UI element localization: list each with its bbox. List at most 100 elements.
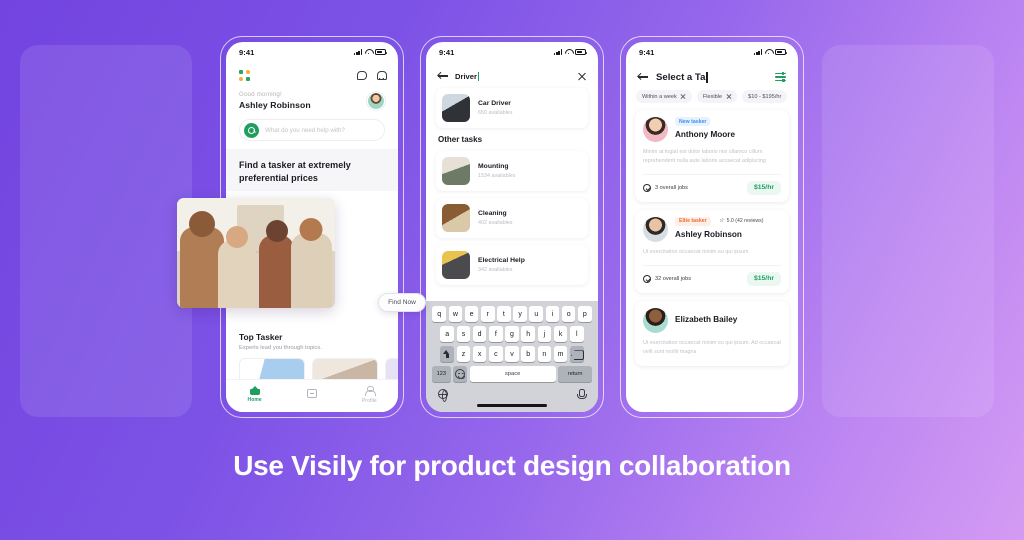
four-dot-logo-icon [239, 69, 250, 81]
tasker-card-ashley-robinson[interactable]: Elite tasker ☆ 5.0 (42 reviews) Ashley R… [635, 209, 789, 293]
avatar[interactable] [367, 91, 385, 110]
board-icon [306, 389, 317, 398]
key-e[interactable]: e [464, 306, 479, 323]
key-g[interactable]: g [505, 326, 519, 343]
task-text-group: Electrical Help 342 availables [478, 257, 525, 273]
key-t[interactable]: t [497, 306, 511, 323]
emoji-key[interactable] [453, 366, 467, 383]
key-w[interactable]: w [448, 306, 463, 323]
key-n[interactable]: n [537, 346, 552, 363]
chip-label: $10 - $195/hr [748, 93, 782, 100]
key-r[interactable]: r [480, 306, 495, 323]
task-item-mounting[interactable]: Mounting 1534 availables [436, 151, 588, 191]
greeting-text-group: Good morning! Ashley Robinson [239, 91, 311, 110]
key-c[interactable]: c [489, 346, 503, 363]
close-icon[interactable] [577, 72, 586, 81]
key-i[interactable]: i [545, 306, 560, 323]
key-p[interactable]: p [578, 306, 592, 323]
shift-icon [443, 349, 452, 359]
key-a[interactable]: a [440, 326, 455, 343]
key-y[interactable]: y [513, 306, 527, 323]
overall-jobs-label: 32 overall jobs [655, 275, 692, 282]
top-tasker-subtitle: Experts lead you through topics. [239, 345, 322, 351]
key-f[interactable]: f [489, 326, 503, 343]
task-name: Car Driver [478, 100, 511, 108]
tasker-footer: 32 overall jobs $15/hr [643, 264, 781, 293]
task-thumbnail [442, 204, 470, 232]
tasker-info: New tasker Anthony Moore [675, 117, 735, 139]
key-o[interactable]: o [561, 306, 576, 323]
result-text-group: Car Driver 650 availables [478, 100, 512, 116]
bottom-tab-bar[interactable]: Home Profile [226, 379, 398, 412]
rating: ☆ 5.0 (42 reviews) [719, 218, 764, 224]
task-thumbnail [442, 157, 470, 185]
task-name: Cleaning [478, 210, 507, 218]
task-item-cleaning[interactable]: Cleaning 402 availables [436, 198, 588, 238]
tab-profile[interactable]: Profile [346, 385, 392, 404]
bell-icon[interactable] [376, 70, 387, 81]
greeting-label: Good morning! [239, 91, 282, 98]
shift-key[interactable] [440, 346, 455, 363]
key-m[interactable]: m [553, 346, 568, 363]
task-item-electrical-help[interactable]: Electrical Help 342 availables [436, 245, 588, 285]
phone3-nav-bar: Select a Ta [626, 62, 798, 85]
promo-banner: 9:41 Good morning! Ashley Robinson What … [0, 0, 1024, 540]
key-j[interactable]: j [537, 326, 552, 343]
find-now-button[interactable]: Find Now [378, 293, 426, 312]
key-z[interactable]: z [456, 346, 471, 363]
tasker-card-elizabeth-bailey[interactable]: Elizabeth Bailey Ut exercitation occaeca… [635, 300, 789, 366]
search-query-field[interactable]: Driver [455, 71, 570, 81]
page-title[interactable]: Select a Ta [656, 71, 767, 83]
space-key[interactable]: space [469, 366, 556, 383]
result-item-car-driver[interactable]: Car Driver 650 availables [436, 88, 588, 128]
phone1-status-bar: 9:41 [226, 42, 398, 62]
tab-label: Home [247, 397, 262, 403]
key-v[interactable]: v [505, 346, 519, 363]
top-tasker-title: Top Tasker [239, 332, 283, 342]
filter-sliders-icon[interactable] [775, 72, 786, 82]
tasker-card-anthony-moore[interactable]: New tasker Anthony Moore Minim at fugiat… [635, 110, 789, 202]
key-u[interactable]: u [529, 306, 544, 323]
key-k[interactable]: k [553, 326, 568, 343]
avatar [643, 307, 668, 333]
backspace-key[interactable] [569, 346, 584, 363]
key-s[interactable]: s [456, 326, 471, 343]
key-d[interactable]: d [472, 326, 487, 343]
back-arrow-icon[interactable] [638, 73, 648, 81]
chat-icon[interactable] [357, 70, 367, 80]
back-arrow-icon[interactable] [438, 72, 448, 80]
remove-chip-icon[interactable] [681, 94, 686, 99]
task-thumbnail [442, 94, 470, 122]
tasker-badges: New tasker [675, 117, 735, 127]
tab-board[interactable] [289, 389, 335, 400]
overall-jobs: 32 overall jobs [643, 274, 692, 283]
key-b[interactable]: b [521, 346, 535, 363]
tasker-list: New tasker Anthony Moore Minim at fugiat… [626, 103, 798, 366]
filter-chip-timeframe[interactable]: Within a week [636, 90, 692, 103]
globe-icon[interactable] [438, 389, 449, 402]
key-h[interactable]: h [521, 326, 535, 343]
key-l[interactable]: l [569, 326, 584, 343]
return-key[interactable]: return [558, 366, 593, 383]
filter-chip-flexibility[interactable]: Flexible [696, 90, 738, 103]
key-x[interactable]: x [472, 346, 487, 363]
keyboard-row-4: 123 space return [429, 366, 595, 383]
wifi-icon [765, 49, 772, 55]
promo-band: Find a tasker at extremely preferential … [226, 149, 398, 191]
remove-chip-icon[interactable] [726, 94, 731, 99]
task-name: Electrical Help [478, 257, 525, 265]
filter-chip-price[interactable]: $10 - $195/hr [742, 90, 788, 103]
cellular-signal-icon [354, 49, 362, 55]
search-placeholder: What do you need help with? [265, 126, 345, 134]
phone1-header-actions [357, 70, 387, 81]
key-q[interactable]: q [432, 306, 446, 323]
photo-person [290, 218, 332, 308]
numeric-key[interactable]: 123 [431, 366, 451, 383]
search-input[interactable]: What do you need help with? [239, 119, 385, 141]
task-availability: 402 availables [478, 219, 513, 226]
on-screen-keyboard[interactable]: q w e r t y u i o p a s d f g h j k l z … [426, 301, 598, 412]
chip-label: Within a week [642, 93, 677, 100]
tab-home[interactable]: Home [232, 385, 278, 403]
chip-label: Flexible [702, 93, 723, 100]
microphone-icon[interactable] [576, 388, 587, 400]
